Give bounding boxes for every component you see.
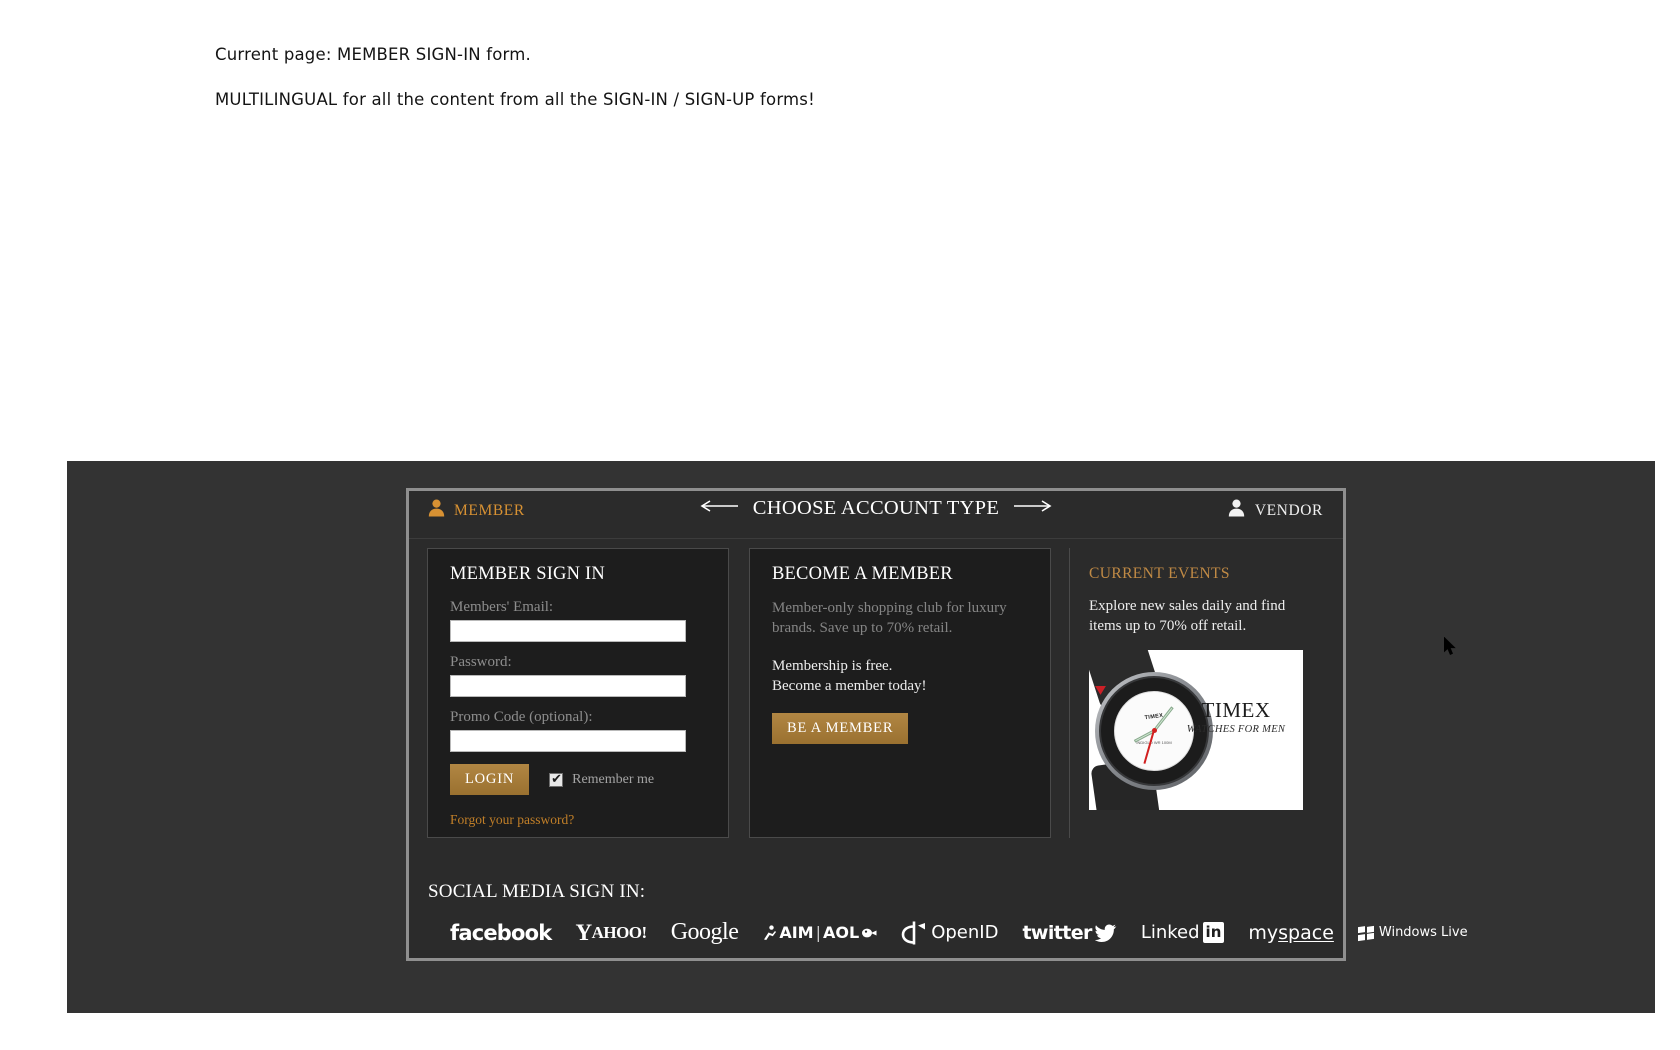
become-cta-line-1: Membership is free. (772, 657, 893, 674)
events-text-line-2: items up to 70% off retail. (1089, 617, 1247, 634)
aim-label: AIM (779, 923, 814, 942)
remember-me-group[interactable]: Remember me (549, 771, 655, 788)
login-button[interactable]: LOGIN (450, 764, 530, 795)
current-events-panel: CURRENT EVENTS Explore new sales daily a… (1069, 548, 1325, 838)
password-label: Password: (450, 654, 512, 670)
windows-flag-icon (1357, 924, 1374, 941)
email-input[interactable] (450, 620, 686, 642)
arrow-right-icon[interactable] (1013, 499, 1053, 518)
aim-aol-divider: | (815, 923, 821, 942)
linkedin-in-box: in (1202, 922, 1225, 943)
annotation-line-1: Current page: MEMBER SIGN-IN form. (215, 45, 531, 64)
password-input[interactable] (450, 675, 686, 697)
timex-tagline: WATCHES FOR MEN (1186, 723, 1286, 735)
twitter-label: twitter (1022, 921, 1092, 944)
become-desc-line-2: brands. Save up to 70% retail. (772, 619, 953, 636)
google-login-icon[interactable]: Google (671, 919, 739, 946)
email-label: Members' Email: (450, 599, 554, 615)
events-text-line-1: Explore new sales daily and find (1089, 598, 1286, 614)
current-events-text: Explore new sales daily and find items u… (1089, 597, 1294, 637)
watch-hand-cap (1151, 728, 1157, 734)
signin-widget: MEMBER CHOOSE ACCOUNT TYPE VENDOR MEMBER… (406, 488, 1468, 961)
be-a-member-button[interactable]: BE A MEMBER (772, 712, 909, 744)
account-type-vendor[interactable]: VENDOR (1228, 499, 1323, 522)
member-signin-panel: MEMBER SIGN IN Members' Email: Password:… (427, 548, 729, 838)
yahoo-login-icon[interactable]: Y AHOO! (575, 919, 648, 946)
timex-ad-text: TIMEX WATCHES FOR MEN (1177, 698, 1295, 735)
myspace-login-icon[interactable]: my space (1248, 922, 1334, 944)
panel-spacer (729, 548, 749, 838)
annotation-line-2: MULTILINGUAL for all the content from al… (215, 90, 815, 109)
aim-runner-icon (764, 924, 777, 940)
page-stage: MEMBER CHOOSE ACCOUNT TYPE VENDOR MEMBER… (67, 461, 1655, 1013)
timex-brand: TIMEX (1201, 697, 1271, 722)
remember-me-label: Remember me (572, 771, 655, 787)
yahoo-y: Y (575, 919, 592, 945)
openid-mark-icon (901, 921, 926, 944)
dial-sub-text: INDIGLO WR 100M (1136, 739, 1172, 745)
windows-live-label: Windows Live (1378, 925, 1468, 940)
promo-code-input[interactable] (450, 730, 686, 752)
myspace-suffix: space (1278, 921, 1334, 944)
aol-label: AOL (823, 923, 860, 942)
become-member-cta: Membership is free. Become a member toda… (772, 657, 1028, 697)
social-media-title: SOCIAL MEDIA SIGN IN: (428, 881, 646, 902)
current-events-title: CURRENT EVENTS (1089, 565, 1230, 582)
myspace-prefix: my (1248, 921, 1279, 944)
twitter-bird-icon (1094, 923, 1117, 942)
choose-account-type-title-group: CHOOSE ACCOUNT TYPE (409, 497, 1343, 520)
timex-ad-banner[interactable]: TIMEX INDIGLO WR 100M TIMEX WATCHES FOR … (1089, 649, 1303, 810)
social-media-section: SOCIAL MEDIA SIGN IN: facebook Y AHOO! Go… (428, 881, 1468, 946)
social-media-logos: facebook Y AHOO! Google AIM | AOL OpenID… (428, 919, 1468, 946)
linkedin-login-icon[interactable]: Linked in (1141, 922, 1225, 943)
become-desc-line-1: Member-only shopping club for luxury (772, 600, 1007, 616)
become-member-panel: BECOME A MEMBER Member-only shopping clu… (749, 548, 1051, 838)
become-cta-line-2: Become a member today! (772, 677, 927, 694)
forgot-password-link[interactable]: Forgot your password? (450, 812, 574, 828)
signin-title: MEMBER SIGN IN (450, 564, 605, 584)
become-member-description: Member-only shopping club for luxury bra… (772, 599, 1028, 639)
become-member-title: BECOME A MEMBER (772, 564, 953, 584)
person-icon (1228, 499, 1245, 522)
remember-me-checkbox[interactable] (549, 771, 564, 787)
promo-code-label: Promo Code (optional): (450, 709, 593, 725)
twitter-login-icon[interactable]: twitter (1022, 921, 1117, 944)
login-row: LOGIN Remember me (450, 764, 706, 795)
choose-account-type-header: MEMBER CHOOSE ACCOUNT TYPE VENDOR (409, 491, 1343, 539)
vendor-label: VENDOR (1254, 501, 1323, 519)
arrow-left-icon[interactable] (699, 499, 739, 518)
page-annotations: Current page: MEMBER SIGN-IN form. MULTI… (215, 45, 815, 135)
mouse-cursor (1443, 636, 1458, 657)
yahoo-rest: AHOO! (591, 922, 648, 942)
facebook-login-icon[interactable]: facebook (450, 921, 552, 945)
aol-bird-icon (862, 928, 877, 937)
aim-aol-login-icon[interactable]: AIM | AOL (762, 923, 877, 942)
windows-live-login-icon[interactable]: Windows Live (1357, 924, 1468, 941)
linkedin-label: Linked (1140, 922, 1200, 943)
panels-row: MEMBER SIGN IN Members' Email: Password:… (427, 548, 1325, 838)
page-title: CHOOSE ACCOUNT TYPE (752, 497, 1000, 519)
openid-login-icon[interactable]: OpenID (901, 920, 998, 946)
openid-label: OpenID (931, 922, 999, 943)
